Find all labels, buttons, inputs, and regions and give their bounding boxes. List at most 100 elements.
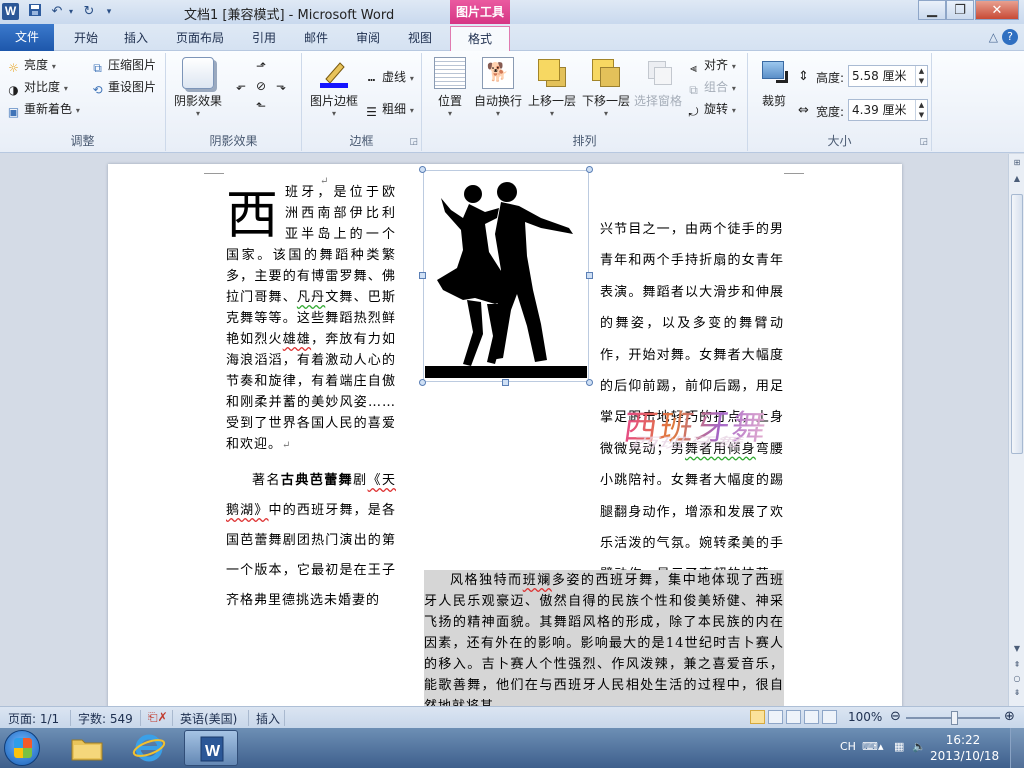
height-input[interactable]: 5.58 厘米 ▲ ▼ — [848, 65, 928, 87]
help-icon[interactable]: ? — [1002, 29, 1018, 45]
proofing-icon[interactable]: ⎗✗ — [148, 710, 168, 725]
zoom-level[interactable]: 100% — [848, 710, 882, 724]
status-bar: 页面: 1/1 字数: 549 ⎗✗ 英语(美国) 插入 100% ⊖ ⊕ — [0, 706, 1024, 728]
align-button[interactable]: ⫷ 对齐 ▾ — [686, 55, 736, 75]
windows-logo-icon — [14, 738, 32, 758]
insert-mode-indicator[interactable]: 插入 — [256, 710, 280, 727]
paragraph-intro: 西班牙，是位于欧洲西南部伊比利亚半岛上的一个国家。该国的舞蹈种类繁多，主要的有博… — [226, 185, 396, 452]
start-button[interactable] — [4, 730, 40, 766]
bring-forward-button[interactable]: 上移一层 ▾ — [526, 57, 578, 118]
tab-references[interactable]: 引用 — [244, 26, 284, 51]
word-count[interactable]: 字数: 549 — [78, 710, 133, 727]
width-input[interactable]: 4.39 厘米 ▲ ▼ — [848, 99, 928, 121]
undo-dropdown-icon[interactable]: ▾ — [62, 3, 80, 21]
ime-indicator[interactable]: CH — [840, 740, 856, 753]
document-body[interactable]: ↵ 西班牙，是位于欧洲西南部伊比利亚半岛上的一个国家。该国的舞蹈种类繁多，主要的… — [108, 164, 902, 706]
tab-insert[interactable]: 插入 — [114, 26, 158, 51]
reset-picture-button[interactable]: ⟲ 重设图片 — [90, 77, 156, 97]
word-logo-icon[interactable]: W — [2, 3, 19, 20]
restore-button[interactable]: ❐ — [946, 0, 974, 20]
zoom-slider-thumb[interactable] — [951, 711, 958, 725]
dashes-button[interactable]: ┅ 虚线 ▾ — [364, 67, 414, 87]
tab-format[interactable]: 格式 — [450, 26, 510, 51]
shadow-effects-button[interactable]: 阴影效果 ▾ — [170, 57, 226, 118]
group-objects-icon: ⧉ — [689, 83, 698, 97]
width-label: 宽度: — [816, 105, 845, 119]
zoom-out-icon[interactable]: ⊖ — [890, 709, 901, 724]
brightness-button[interactable]: ☼ 亮度 ▾ — [6, 55, 56, 75]
send-backward-button[interactable]: 下移一层 ▾ — [580, 57, 632, 118]
show-desktop-button[interactable] — [1010, 728, 1024, 768]
vertical-scrollbar[interactable]: ⊞ ▲ ▼ ⇞ ○ ⇟ — [1008, 154, 1024, 706]
word-taskbar-button[interactable]: W — [184, 730, 238, 766]
ie-taskbar-button[interactable] — [122, 730, 176, 766]
close-button[interactable]: ✕ — [975, 0, 1019, 20]
shadow-toggle-icon[interactable]: ⊘ — [256, 79, 266, 93]
keyboard-icon[interactable]: ⌨ — [862, 740, 878, 753]
contrast-button[interactable]: ◑ 对比度 ▾ — [6, 77, 68, 97]
explorer-taskbar-button[interactable] — [60, 730, 114, 766]
web-layout-view-icon[interactable] — [786, 710, 801, 724]
recolor-icon: ▣ — [7, 105, 20, 119]
tab-mailings[interactable]: 邮件 — [296, 26, 336, 51]
border-dialog-launcher-icon[interactable]: ◲ — [409, 137, 418, 147]
tab-review[interactable]: 审阅 — [348, 26, 388, 51]
nudge-left-icon[interactable]: ⬐ — [236, 79, 246, 93]
language-indicator[interactable]: 英语(美国) — [180, 710, 237, 727]
selection-pane-button[interactable]: 选择窗格 — [632, 57, 684, 109]
nudge-up-icon[interactable]: ⬏ — [256, 59, 266, 73]
document-page[interactable]: ↵ 西班牙，是位于欧洲西南部伊比利亚半岛上的一个国家。该国的舞蹈种类繁多，主要的… — [108, 164, 902, 706]
rotate-icon: ⤾ — [688, 105, 699, 119]
nudge-right-icon[interactable]: ⬎ — [276, 79, 286, 93]
save-icon[interactable] — [26, 3, 44, 21]
volume-icon[interactable]: 🔈 — [912, 740, 926, 753]
customize-qat-icon[interactable]: ▾ — [100, 3, 118, 21]
browse-object-icon[interactable]: ○ — [1010, 672, 1024, 686]
zoom-in-icon[interactable]: ⊕ — [1004, 709, 1015, 724]
nudge-shadow-controls: ⬏ ⬐ ⊘ ⬎ ⬑ — [234, 59, 294, 117]
resize-handle[interactable] — [586, 166, 593, 173]
minimize-button[interactable]: ▁ — [918, 0, 946, 20]
rotate-button[interactable]: ⤾ 旋转 ▾ — [686, 99, 736, 119]
nudge-down-icon[interactable]: ⬑ — [256, 99, 266, 113]
folder-icon — [71, 739, 103, 761]
scroll-thumb[interactable] — [1011, 194, 1023, 454]
ruler-toggle-icon[interactable]: ⊞ — [1010, 156, 1024, 170]
redo-icon[interactable]: ↻ — [80, 3, 98, 21]
recolor-button[interactable]: ▣ 重新着色 ▾ — [6, 99, 80, 119]
scroll-up-icon[interactable]: ▲ — [1010, 172, 1024, 186]
minimize-ribbon-icon[interactable]: △ — [989, 30, 998, 44]
status-separator — [248, 710, 249, 726]
height-spinner-icon[interactable]: ▲ ▼ — [915, 66, 927, 86]
align-icon: ⫷ — [690, 61, 697, 75]
group-objects-button[interactable]: ⧉ 组合 ▾ — [686, 77, 736, 97]
word-app-icon: W — [200, 736, 224, 762]
crop-button[interactable]: 裁剪 — [754, 57, 794, 109]
width-spinner-icon[interactable]: ▲ ▼ — [915, 100, 927, 120]
scroll-down-icon[interactable]: ▼ — [1010, 642, 1024, 656]
compress-pictures-button[interactable]: ⧉ 压缩图片 — [90, 55, 156, 75]
picture-border-button[interactable]: 图片边框 ▾ — [306, 57, 362, 118]
previous-page-icon[interactable]: ⇞ — [1010, 658, 1024, 672]
tray-expand-icon[interactable]: ▴ — [878, 740, 884, 753]
size-dialog-launcher-icon[interactable]: ◲ — [919, 137, 928, 147]
position-button[interactable]: 位置 ▾ — [428, 57, 472, 118]
full-screen-reading-view-icon[interactable] — [768, 710, 783, 724]
draft-view-icon[interactable] — [822, 710, 837, 724]
tab-file[interactable]: 文件 — [0, 24, 54, 51]
next-page-icon[interactable]: ⇟ — [1010, 686, 1024, 700]
outline-view-icon[interactable] — [804, 710, 819, 724]
bring-forward-icon — [536, 57, 568, 89]
resize-handle[interactable] — [419, 166, 426, 173]
tab-page-layout[interactable]: 页面布局 — [168, 26, 232, 51]
paragraph-ballet: 著名古典芭蕾舞剧《天鹅湖》中的西班牙舞，是各国芭蕾舞剧团热门演出的第一个版本，它… — [226, 473, 396, 608]
print-layout-view-icon[interactable] — [750, 710, 765, 724]
tab-view[interactable]: 视图 — [400, 26, 440, 51]
wrap-text-button[interactable]: 🐕 自动换行 ▾ — [472, 57, 524, 118]
tab-home[interactable]: 开始 — [64, 26, 108, 51]
page-count[interactable]: 页面: 1/1 — [8, 710, 59, 727]
network-icon[interactable]: ▦ — [894, 740, 904, 753]
group-label-border: 边框 — [349, 134, 374, 148]
weight-button[interactable]: ☰ 粗细 ▾ — [364, 99, 414, 119]
system-clock[interactable]: 16:22 2013/10/18 — [930, 732, 999, 764]
